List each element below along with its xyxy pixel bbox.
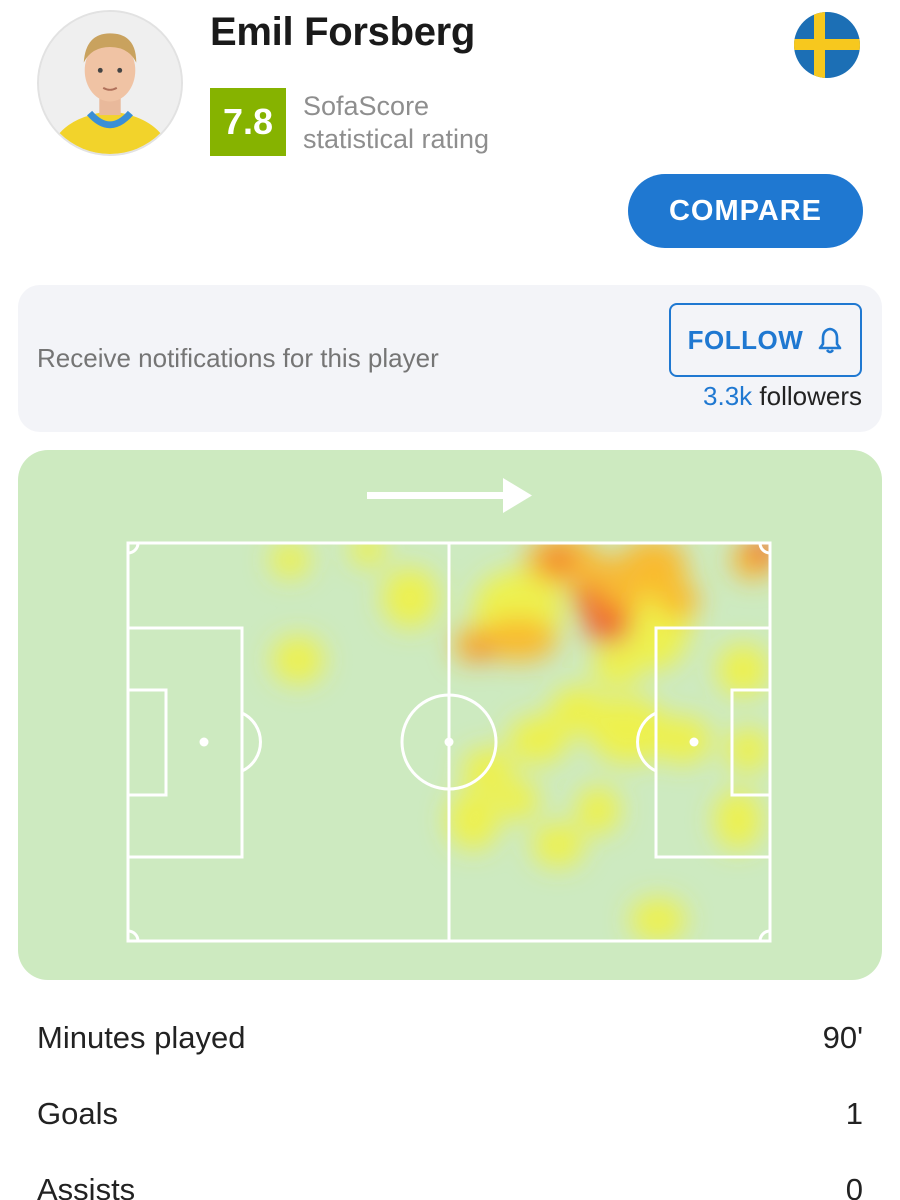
stat-label: Minutes played bbox=[37, 1020, 246, 1055]
rating-caption-line1: SofaScore bbox=[303, 91, 430, 121]
stats-list: Minutes played 90' Goals 1 Assists 0 bbox=[37, 1000, 863, 1200]
compare-button[interactable]: COMPARE bbox=[628, 174, 863, 248]
stat-value: 0 bbox=[845, 1172, 863, 1200]
followers-label: followers bbox=[752, 381, 862, 411]
player-avatar bbox=[37, 10, 183, 156]
follow-label: FOLLOW bbox=[687, 324, 804, 355]
stat-value: 90' bbox=[822, 1020, 863, 1055]
stat-row-minutes: Minutes played 90' bbox=[37, 1000, 863, 1076]
stat-label: Goals bbox=[37, 1096, 118, 1131]
stat-value: 1 bbox=[845, 1096, 863, 1131]
player-photo-icon bbox=[39, 12, 181, 154]
followers-info: 3.3k followers bbox=[703, 381, 862, 412]
notifications-text: Receive notifications for this player bbox=[37, 343, 439, 373]
followers-count: 3.3k bbox=[703, 381, 753, 411]
bell-icon bbox=[819, 327, 842, 354]
player-name: Emil Forsberg bbox=[210, 10, 476, 54]
rating-caption: SofaScore statistical rating bbox=[303, 90, 489, 156]
stat-row-goals: Goals 1 bbox=[37, 1076, 863, 1152]
rating-caption-line2: statistical rating bbox=[303, 124, 490, 154]
heatmap-card bbox=[18, 450, 882, 980]
stat-label: Assists bbox=[37, 1172, 136, 1200]
stat-row-assists: Assists 0 bbox=[37, 1152, 863, 1200]
heat-spots bbox=[270, 543, 770, 941]
arrow-right-icon bbox=[367, 478, 532, 513]
sweden-flag-icon bbox=[794, 12, 860, 78]
heatmap-pitch bbox=[126, 478, 772, 943]
follow-button[interactable]: FOLLOW bbox=[669, 303, 862, 377]
notifications-card: Receive notifications for this player FO… bbox=[18, 285, 882, 432]
rating-badge: 7.8 bbox=[210, 88, 286, 156]
